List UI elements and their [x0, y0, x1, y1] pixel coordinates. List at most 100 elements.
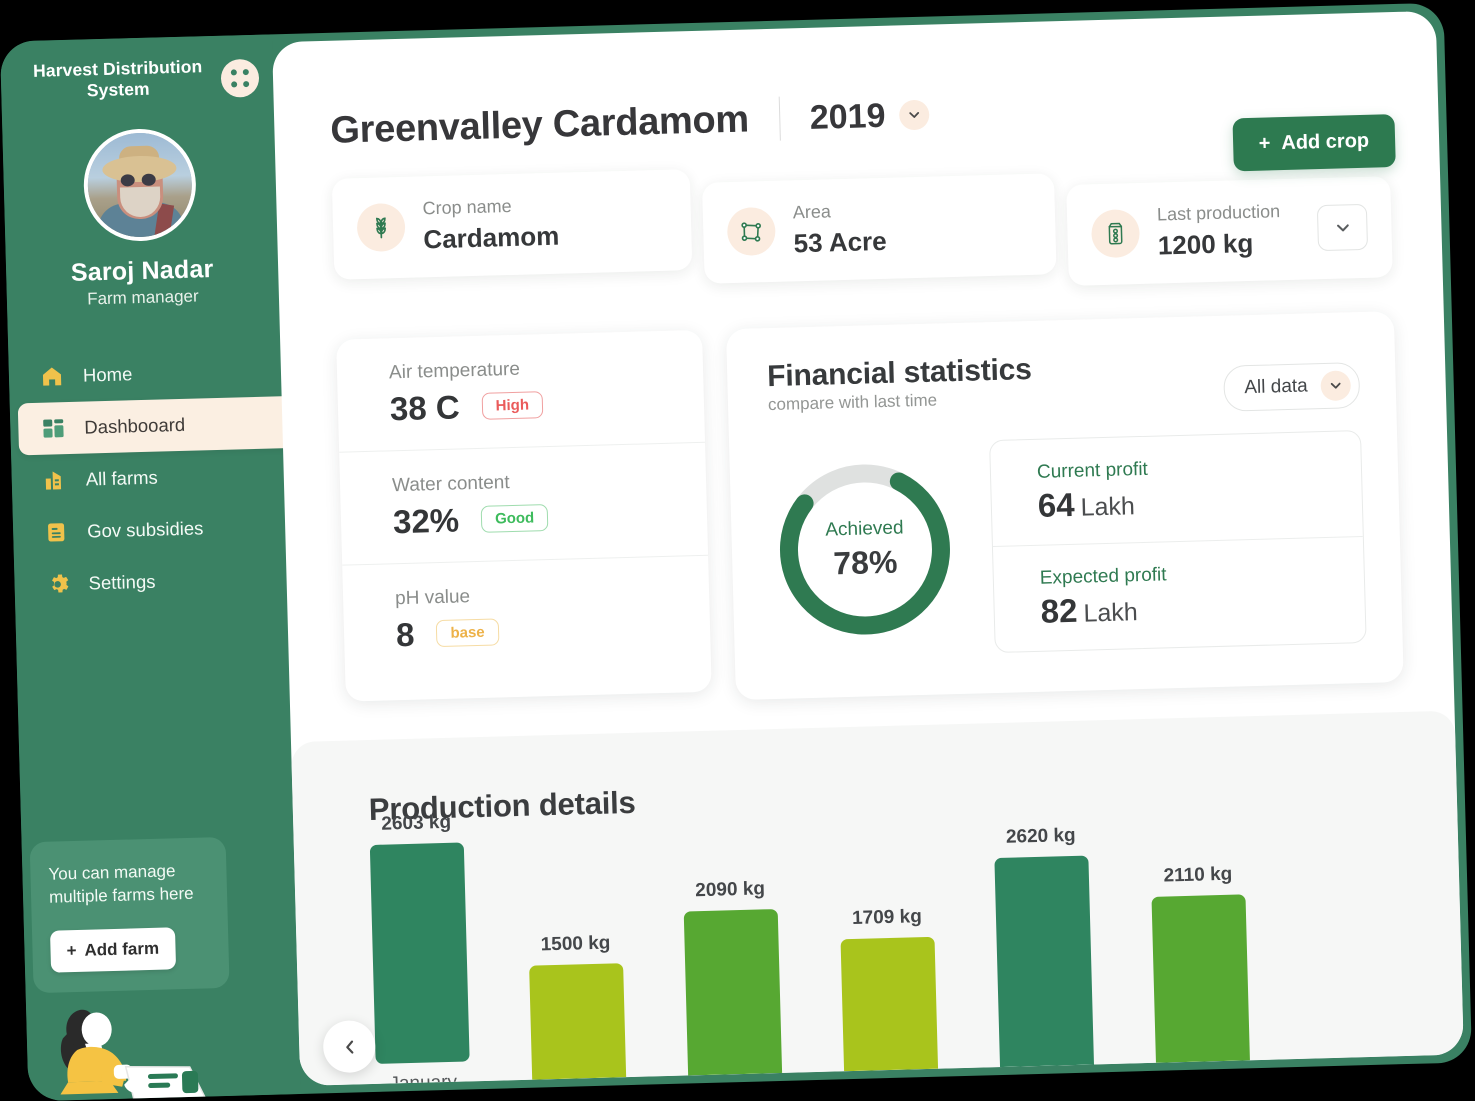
sidebar: Harvest Distribution System Saroj Nadar … — [0, 34, 301, 1101]
grid-dots-icon[interactable] — [220, 59, 259, 98]
info-value: Cardamom — [423, 220, 560, 255]
info-label: Crop name — [422, 195, 558, 220]
metric-label: Water content — [392, 467, 674, 497]
app-window: Harvest Distribution System Saroj Nadar … — [0, 3, 1472, 1101]
bar-value-label: 2603 kg — [381, 812, 451, 836]
metrics-and-finance-row: Air temperature 38 C High Water content … — [336, 311, 1404, 710]
home-icon — [39, 363, 66, 390]
app-title: Harvest Distribution System — [14, 56, 215, 104]
profit-unit: Lakh — [1083, 598, 1138, 627]
info-cards-row: Crop name Cardamom — [332, 150, 1393, 305]
add-crop-label: Add crop — [1281, 130, 1369, 155]
production-details-panel: Production details 2603 kg January 1500 kg… — [291, 711, 1464, 1086]
metric-water-content: Water content 32% Good — [339, 442, 708, 565]
dashboard-icon — [40, 415, 67, 442]
add-crop-button[interactable]: + Add crop — [1232, 114, 1396, 171]
status-badge: base — [436, 619, 499, 648]
bar-column: 2090 kg — [683, 878, 783, 1086]
sidebar-item-gov-subsidies[interactable]: Gov subsidies — [13, 500, 286, 559]
sidebar-item-home[interactable]: Home — [8, 344, 281, 403]
metrics-panel: Air temperature 38 C High Water content … — [336, 329, 712, 701]
metric-value: 32% — [393, 501, 460, 541]
info-card-crop-name: Crop name Cardamom — [332, 169, 693, 279]
expected-profit-card: Expected profit 82Lakh — [993, 536, 1366, 652]
bar-value-label: 2090 kg — [695, 878, 765, 902]
financial-statistics-panel: Financial statistics compare with last t… — [726, 311, 1404, 700]
profit-amount: 82 — [1040, 591, 1078, 629]
sidebar-item-label: Settings — [88, 570, 155, 594]
all-data-dropdown[interactable]: All data — [1223, 362, 1361, 412]
bar-column: 2620 kg — [994, 825, 1095, 1079]
add-farm-label: Add farm — [84, 939, 159, 961]
info-value: 1200 kg — [1157, 227, 1281, 261]
info-label: Last production — [1157, 201, 1281, 226]
promo-text: You can manage multiple farms here — [48, 860, 209, 909]
divider — [778, 97, 780, 141]
bar-month-label: January — [389, 1072, 457, 1086]
achieved-donut-chart: Achieved 78% — [770, 454, 961, 645]
page-header: Greenvalley Cardamom 2019 + Add crop — [330, 80, 1389, 153]
plus-icon: + — [1258, 132, 1270, 155]
bar-value-label: 1709 kg — [852, 906, 922, 930]
metric-value: 8 — [396, 615, 415, 653]
bar[interactable] — [684, 909, 783, 1086]
metric-label: pH value — [395, 580, 677, 610]
gear-icon — [44, 571, 71, 598]
woman-at-laptop-illustration — [40, 982, 233, 1101]
donut-value: 78% — [833, 543, 898, 582]
year-value: 2019 — [809, 96, 886, 137]
avatar-wrap — [2, 125, 277, 244]
all-data-label: All data — [1244, 375, 1308, 399]
status-badge: Good — [481, 504, 549, 533]
bar-value-label: 2110 kg — [1163, 864, 1232, 888]
current-profit-card: Current profit 64Lakh — [990, 431, 1363, 546]
bar[interactable] — [1151, 894, 1250, 1074]
bar-value-label: 1500 kg — [540, 933, 610, 957]
chevron-left-icon[interactable] — [323, 1020, 376, 1073]
main-content: Greenvalley Cardamom 2019 + Add crop — [272, 11, 1464, 1086]
user-name: Saroj Nadar — [6, 253, 279, 289]
area-square-icon — [727, 207, 776, 256]
sidebar-item-label: Dashbooard — [84, 414, 185, 439]
last-production-dropdown[interactable] — [1317, 204, 1368, 251]
info-value: 53 Acre — [793, 225, 887, 259]
year-selector[interactable]: 2019 — [809, 95, 930, 137]
profit-cards: Current profit 64Lakh Expected profit 82… — [989, 430, 1367, 653]
sidebar-nav: Home Dashbooard — [8, 344, 287, 611]
info-card-area: Area 53 Acre — [702, 173, 1057, 283]
metric-value: 38 C — [389, 388, 460, 428]
sidebar-item-dashboard[interactable]: Dashbooard — [18, 395, 319, 455]
sidebar-item-all-farms[interactable]: All farms — [11, 448, 284, 507]
bar-column: 1500 kg — [528, 932, 626, 1086]
production-title: Production details — [368, 764, 1417, 828]
bar[interactable] — [841, 937, 939, 1083]
bar-value-label: 2620 kg — [1006, 825, 1076, 849]
farms-icon — [41, 467, 68, 494]
bar-column: 1709 kg — [840, 906, 939, 1083]
sidebar-item-settings[interactable]: Settings — [14, 552, 287, 611]
bar-column: 2603 kg January — [369, 811, 471, 1085]
donut-label: Achieved — [825, 517, 904, 541]
metric-label: Air temperature — [389, 354, 671, 384]
bar[interactable] — [529, 963, 626, 1086]
promo-card: You can manage multiple farms here + Add… — [30, 837, 230, 993]
seed-bag-icon — [1091, 209, 1140, 258]
profit-unit: Lakh — [1080, 492, 1135, 521]
plus-icon: + — [66, 941, 76, 961]
add-farm-button[interactable]: + Add farm — [50, 927, 176, 972]
wheat-icon — [356, 203, 405, 252]
status-badge: High — [481, 391, 543, 420]
avatar[interactable] — [82, 127, 197, 242]
metric-ph-value: pH value 8 base — [342, 555, 712, 701]
bar-column: 2110 kg — [1151, 863, 1251, 1074]
metric-air-temperature: Air temperature 38 C High — [336, 329, 705, 452]
chevron-down-icon[interactable] — [899, 100, 930, 131]
page-title: Greenvalley Cardamom — [330, 98, 750, 152]
profit-amount: 64 — [1037, 485, 1075, 523]
sidebar-item-label: Gov subsidies — [87, 517, 204, 542]
info-card-last-production: Last production 1200 kg — [1066, 176, 1393, 285]
bar[interactable] — [370, 842, 470, 1063]
document-icon — [43, 519, 70, 546]
production-bar-chart: 2603 kgJanuary1500 kg2090 kg1709 kg2620 … — [370, 818, 1424, 1086]
bar[interactable] — [994, 856, 1094, 1079]
